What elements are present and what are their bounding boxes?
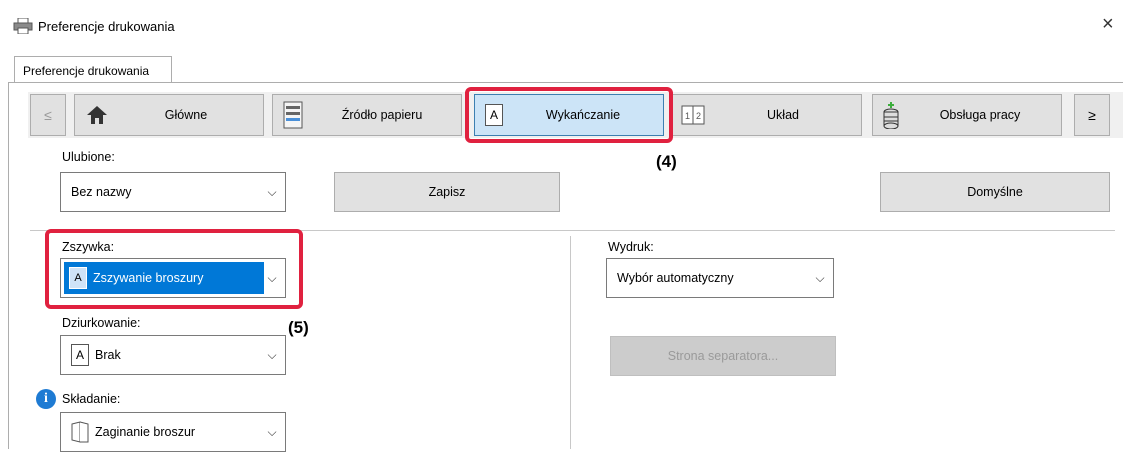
no-punch-icon: A	[71, 344, 89, 366]
output-value: Wybór automatyczny	[617, 271, 734, 285]
fold-select[interactable]: Zaginanie broszur ⌵	[60, 412, 286, 452]
fold-booklet-icon	[71, 421, 89, 443]
fold-label: Składanie:	[62, 392, 121, 406]
info-icon[interactable]: i	[36, 389, 56, 409]
fold-value: Zaginanie broszur	[95, 425, 196, 439]
tab-layout[interactable]: 12 Układ	[672, 94, 862, 136]
job-handling-icon	[883, 101, 899, 130]
tab-paper-source[interactable]: Źródło papieru	[272, 94, 462, 136]
save-button[interactable]: Zapisz	[334, 172, 560, 212]
printer-icon	[13, 17, 33, 35]
highlight-staple-select	[45, 229, 303, 309]
nav-prev-button[interactable]: ≤	[30, 94, 66, 136]
tab-job-handling-label: Obsługa pracy	[939, 108, 1021, 122]
tab-main[interactable]: Główne	[74, 94, 264, 136]
favorites-value: Bez nazwy	[71, 185, 132, 199]
chevron-down-icon: ⌵	[267, 424, 277, 439]
punch-value: Brak	[95, 348, 121, 362]
callout-4: (4)	[656, 152, 677, 171]
tab-main-label: Główne	[164, 108, 208, 122]
nav-next-button[interactable]: ≥	[1074, 94, 1110, 136]
highlight-finishing-tab	[465, 87, 673, 143]
svg-text:1: 1	[685, 111, 690, 121]
title-bar: Preferencje drukowania ×	[0, 0, 1123, 52]
tab-layout-label: Układ	[767, 108, 799, 122]
tab-print-preferences[interactable]: Preferencje drukowania	[14, 56, 172, 83]
callout-5: (5)	[288, 318, 309, 337]
svg-text:2: 2	[696, 111, 701, 121]
nav-next-label: ≥	[1088, 107, 1096, 123]
punch-label: Dziurkowanie:	[62, 316, 141, 330]
separator-page-button[interactable]: Strona separatora...	[610, 336, 836, 376]
chevron-down-icon: ⌵	[267, 184, 277, 199]
output-select[interactable]: Wybór automatyczny ⌵	[606, 258, 834, 298]
window-title: Preferencje drukowania	[38, 19, 175, 34]
output-label: Wydruk:	[608, 240, 654, 254]
favorites-label: Ulubione:	[62, 150, 115, 164]
nav-prev-label: ≤	[44, 107, 52, 123]
close-icon[interactable]: ×	[1102, 13, 1114, 36]
punch-select[interactable]: A Brak ⌵	[60, 335, 286, 375]
tab-paper-source-label: Źródło papieru	[341, 108, 423, 122]
column-divider	[570, 236, 571, 449]
chevron-down-icon: ⌵	[267, 347, 277, 362]
tab-job-handling[interactable]: Obsługa pracy	[872, 94, 1062, 136]
home-icon	[85, 103, 109, 127]
defaults-button[interactable]: Domyślne	[880, 172, 1110, 212]
favorites-select[interactable]: Bez nazwy ⌵	[60, 172, 286, 212]
layout-icon: 12	[681, 105, 705, 125]
paper-tray-icon	[283, 101, 303, 129]
chevron-down-icon: ⌵	[815, 270, 825, 285]
